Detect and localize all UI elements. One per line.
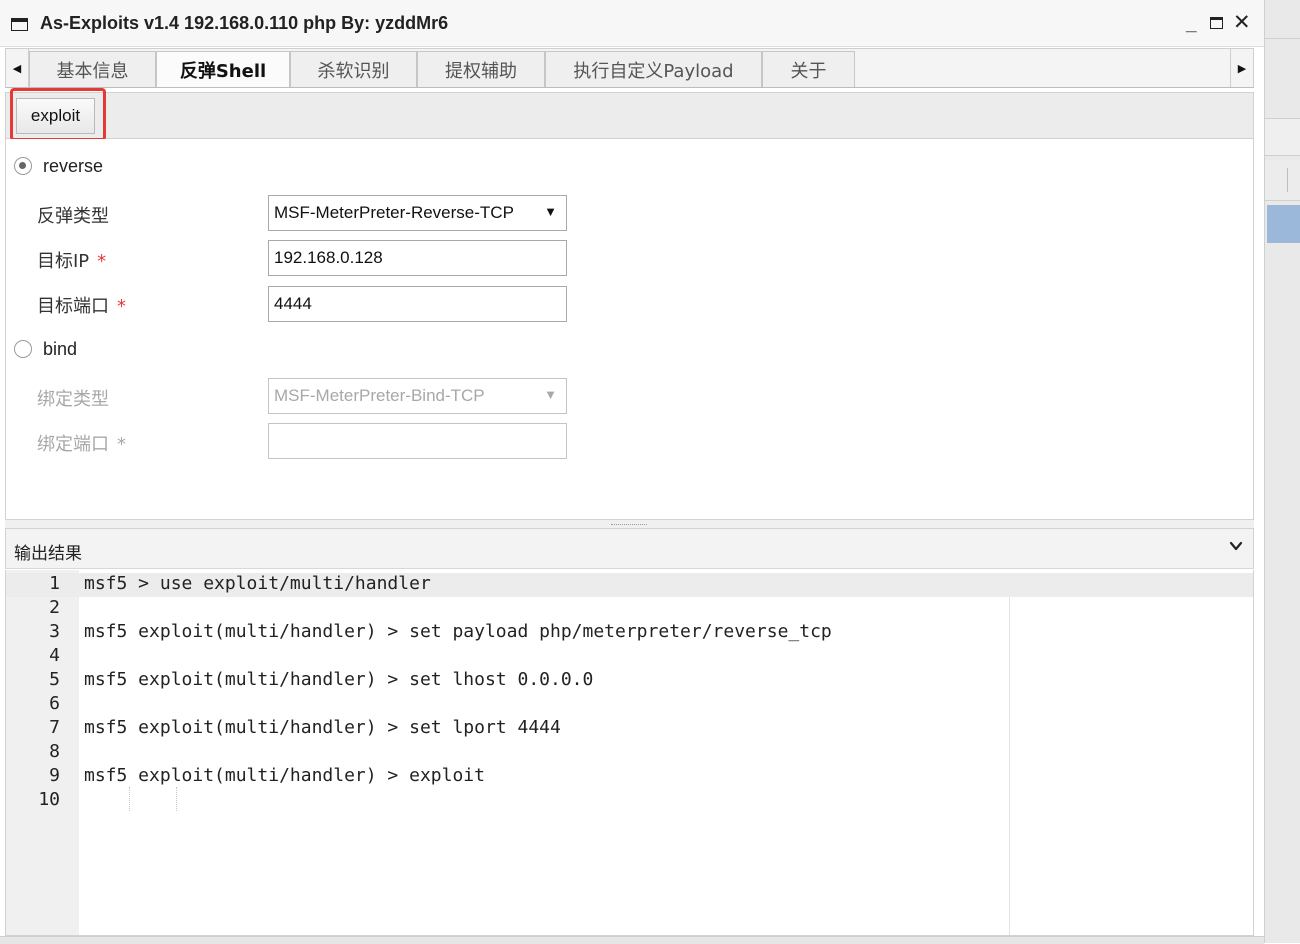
dropdown-arrow-icon: ▼ [544, 204, 557, 219]
reverse-radio[interactable] [14, 157, 32, 175]
panel-splitter-handle[interactable] [5, 519, 1254, 529]
tab-antivirus-detect[interactable]: 杀软识别 [290, 51, 417, 87]
plugin-window: As-Exploits v1.4 192.168.0.110 php By: y… [0, 0, 1265, 944]
target-port-input[interactable]: 4444 [268, 286, 567, 322]
background-divider [1265, 38, 1300, 39]
reverse-type-select[interactable]: MSF-MeterPreter-Reverse-TCP ▼ [268, 195, 567, 231]
target-ip-value: 192.168.0.128 [274, 248, 383, 267]
bind-radio[interactable] [14, 340, 32, 358]
target-ip-label-text: 目标IP [37, 251, 90, 272]
target-ip-label: 目标IP * [37, 247, 106, 273]
tab-about[interactable]: 关于 [762, 51, 855, 87]
title-bar[interactable]: As-Exploits v1.4 192.168.0.110 php By: y… [0, 0, 1264, 47]
bind-type-value: MSF-MeterPreter-Bind-TCP [274, 386, 485, 405]
bind-radio-label[interactable]: bind [43, 339, 77, 360]
reverse-shell-form: reverse 反弹类型 MSF-MeterPreter-Reverse-TCP… [5, 139, 1254, 521]
output-panel-header[interactable]: 输出结果 [5, 529, 1254, 569]
target-port-label: 目标端口 * [37, 292, 126, 318]
bind-type-select[interactable]: MSF-MeterPreter-Bind-TCP ▼ [268, 378, 567, 414]
tab-scroll-left-icon[interactable]: ◀ [6, 49, 29, 87]
code-line: msf5 > use exploit/multi/handler [84, 573, 431, 594]
tab-custom-payload[interactable]: 执行自定义Payload [545, 51, 762, 87]
toolbar: exploit [5, 92, 1254, 139]
bind-port-label-text: 绑定端口 [37, 434, 109, 455]
line-number: 4 [49, 645, 60, 666]
background-row [1265, 160, 1300, 201]
reverse-radio-label[interactable]: reverse [43, 156, 103, 177]
window-title: As-Exploits v1.4 192.168.0.110 php By: y… [40, 13, 449, 33]
code-line: msf5 exploit(multi/handler) > set payloa… [84, 621, 832, 642]
required-mark: * [97, 251, 107, 272]
close-button[interactable]: ✕ [1233, 12, 1251, 34]
bind-type-label: 绑定类型 [37, 389, 109, 410]
target-port-value: 4444 [274, 294, 312, 313]
indent-guide [176, 787, 177, 811]
line-number: 6 [49, 693, 60, 714]
line-number: 7 [49, 717, 60, 738]
line-number: 5 [49, 669, 60, 690]
reverse-type-value: MSF-MeterPreter-Reverse-TCP [274, 203, 514, 222]
bind-port-label: 绑定端口 * [37, 430, 126, 456]
line-number: 8 [49, 741, 60, 762]
line-number: 3 [49, 621, 60, 642]
print-margin-line [1009, 597, 1010, 935]
tab-reverse-shell[interactable]: 反弹Shell [156, 51, 290, 87]
background-row [1265, 118, 1300, 156]
output-title: 输出结果 [14, 544, 82, 564]
chevron-down-icon[interactable] [1229, 539, 1243, 553]
window-icon [11, 18, 28, 31]
line-number: 1 [49, 573, 60, 594]
tab-bar: ◀ 基本信息 反弹Shell 杀软识别 提权辅助 执行自定义Payload 关于… [5, 48, 1254, 88]
line-number: 2 [49, 597, 60, 618]
required-mark: * [117, 296, 126, 317]
tab-basic-info[interactable]: 基本信息 [29, 51, 156, 87]
background-app-panel [1264, 0, 1300, 943]
code-line: msf5 exploit(multi/handler) > set lport … [84, 717, 561, 738]
code-line: msf5 exploit(multi/handler) > set lhost … [84, 669, 594, 690]
reverse-type-label: 反弹类型 [37, 206, 109, 227]
output-editor[interactable]: 1 msf5 > use exploit/multi/handler 2 3 msf5 … [5, 570, 1254, 936]
tab-privilege-escalation[interactable]: 提权辅助 [417, 51, 545, 87]
target-port-label-text: 目标端口 [37, 296, 109, 317]
maximize-button[interactable] [1210, 17, 1223, 29]
bind-port-input[interactable] [268, 423, 567, 459]
tab-scroll-right-icon[interactable]: ▶ [1230, 49, 1253, 87]
required-mark: * [117, 434, 126, 455]
exploit-button[interactable]: exploit [16, 98, 95, 134]
line-number: 9 [49, 765, 60, 786]
dropdown-arrow-icon: ▼ [544, 387, 557, 402]
code-line: msf5 exploit(multi/handler) > exploit [84, 765, 485, 786]
indent-guide [129, 787, 130, 811]
background-selected-row [1267, 205, 1300, 243]
target-ip-input[interactable]: 192.168.0.128 [268, 240, 567, 276]
line-number: 10 [38, 789, 60, 810]
minimize-button[interactable]: _ [1186, 14, 1197, 36]
